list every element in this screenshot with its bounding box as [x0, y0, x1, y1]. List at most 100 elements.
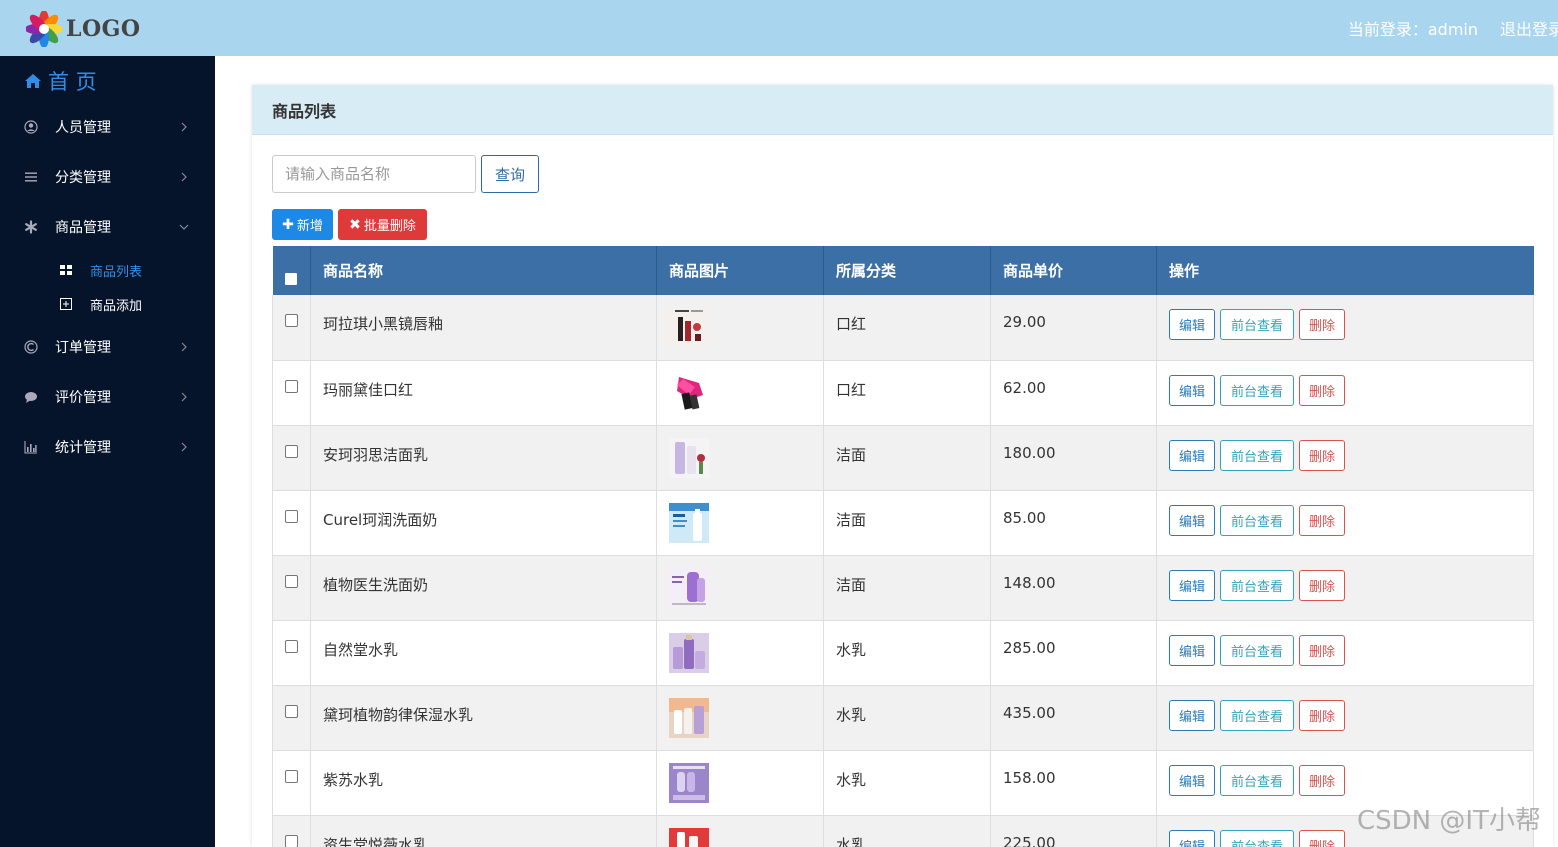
bulk-delete-button[interactable]: ✖ 批量删除 — [338, 209, 427, 240]
column-header: 商品名称 — [310, 246, 657, 295]
sidebar-subitem-product-list[interactable]: 商品列表 — [0, 256, 215, 284]
delete-button[interactable]: 删除 — [1299, 374, 1345, 406]
query-button[interactable]: 查询 — [481, 155, 539, 193]
product-thumbnail[interactable] — [669, 437, 709, 478]
edit-button[interactable]: 编辑 — [1169, 439, 1215, 471]
edit-button[interactable]: 编辑 — [1169, 699, 1215, 731]
logout-button[interactable]: 退出登录 — [1498, 16, 1558, 40]
product-name: 珂拉琪小黑镜唇釉 — [310, 295, 657, 361]
sidebar-item-label: 分类管理 — [55, 170, 111, 186]
subitem-label: 商品列表 — [90, 264, 143, 280]
view-frontend-button[interactable]: 前台查看 — [1220, 764, 1294, 796]
product-price: 225.00 — [990, 815, 1157, 847]
add-label: 新增 — [296, 219, 323, 234]
product-thumbnail[interactable] — [669, 827, 709, 847]
row-checkbox[interactable] — [285, 379, 298, 393]
edit-button[interactable]: 编辑 — [1169, 504, 1215, 536]
view-frontend-button[interactable]: 前台查看 — [1220, 309, 1294, 340]
panel-title: 商品列表 — [252, 85, 1553, 135]
product-thumbnail[interactable] — [669, 567, 709, 608]
chevron-right-icon — [181, 392, 187, 402]
table-row: Curel珂润洗面奶 洁面 85.00 编辑 前台查看 删除 — [272, 490, 1534, 556]
delete-button[interactable]: 删除 — [1299, 829, 1345, 847]
product-name: 植物医生洗面奶 — [310, 555, 657, 621]
logout-label: 退出登录 — [1500, 20, 1558, 39]
product-name: 安珂羽思洁面乳 — [310, 425, 657, 491]
sidebar-item-statistics[interactable]: 统计管理 — [0, 427, 215, 467]
delete-button[interactable]: 删除 — [1299, 699, 1345, 731]
user-circle-icon — [24, 120, 38, 134]
product-search-input[interactable] — [272, 155, 476, 193]
row-checkbox[interactable] — [285, 639, 298, 653]
product-category: 水乳 — [823, 685, 991, 751]
edit-button[interactable]: 编辑 — [1169, 764, 1215, 796]
table-row: 资生堂悦薇水乳 水乳 225.00 编辑 前台查看 删除 — [272, 815, 1534, 847]
delete-button[interactable]: 删除 — [1299, 569, 1345, 601]
row-checkbox[interactable] — [285, 769, 298, 783]
product-thumbnail[interactable] — [669, 307, 709, 347]
select-all-cell — [272, 246, 311, 295]
column-header: 商品单价 — [990, 246, 1157, 295]
add-product-button[interactable]: ✚ 新增 — [272, 209, 333, 240]
logo-text: LOGO — [66, 16, 141, 42]
row-checkbox[interactable] — [285, 704, 298, 718]
row-checkbox[interactable] — [285, 834, 298, 847]
view-frontend-button[interactable]: 前台查看 — [1220, 829, 1294, 847]
delete-button[interactable]: 删除 — [1299, 439, 1345, 471]
row-checkbox[interactable] — [285, 314, 298, 327]
product-thumbnail[interactable] — [669, 502, 709, 543]
product-price: 180.00 — [990, 425, 1157, 491]
view-frontend-button[interactable]: 前台查看 — [1220, 504, 1294, 536]
product-category: 洁面 — [823, 490, 991, 556]
order-icon — [24, 340, 38, 354]
row-checkbox[interactable] — [285, 444, 298, 458]
delete-button[interactable]: 删除 — [1299, 764, 1345, 796]
sidebar-subitem-product-add[interactable]: 商品添加 — [0, 290, 215, 318]
product-thumbnail[interactable] — [669, 762, 709, 803]
table-header-row: 商品名称 商品图片 所属分类 商品单价 操作 — [272, 246, 1534, 295]
row-checkbox[interactable] — [285, 509, 298, 523]
sidebar-item-product[interactable]: 商品管理 — [0, 207, 215, 247]
product-price: 158.00 — [990, 750, 1157, 816]
delete-button[interactable]: 删除 — [1299, 634, 1345, 666]
logo-flower-icon — [26, 11, 62, 47]
sidebar-home[interactable]: 首 页 — [24, 66, 97, 96]
product-table: 商品名称 商品图片 所属分类 商品单价 操作 珂拉琪小黑镜唇釉 口红 29.00… — [272, 246, 1534, 847]
view-frontend-button[interactable]: 前台查看 — [1220, 569, 1294, 601]
bar-chart-icon — [24, 441, 37, 454]
logo[interactable]: LOGO — [26, 11, 141, 47]
sidebar-item-staff[interactable]: 人员管理 — [0, 107, 215, 147]
product-list-panel: 商品列表 查询 ✚ 新增 ✖ 批量删除 商品名称 商品图片 所属分类 商品单价 … — [252, 85, 1553, 847]
view-frontend-button[interactable]: 前台查看 — [1220, 634, 1294, 666]
sidebar-item-label: 评价管理 — [55, 390, 111, 406]
home-label: 首 页 — [48, 70, 97, 94]
sidebar-item-category[interactable]: 分类管理 — [0, 157, 215, 197]
edit-button[interactable]: 编辑 — [1169, 374, 1215, 406]
product-price: 148.00 — [990, 555, 1157, 621]
product-thumbnail[interactable] — [669, 697, 709, 738]
view-frontend-button[interactable]: 前台查看 — [1220, 439, 1294, 471]
table-row: 黛珂植物韵律保湿水乳 水乳 435.00 编辑 前台查看 删除 — [272, 685, 1534, 751]
row-checkbox[interactable] — [285, 574, 298, 588]
delete-button[interactable]: 删除 — [1299, 309, 1345, 340]
product-thumbnail[interactable] — [669, 632, 709, 673]
chevron-right-icon — [181, 122, 187, 132]
table-row: 自然堂水乳 水乳 285.00 编辑 前台查看 删除 — [272, 620, 1534, 686]
view-frontend-button[interactable]: 前台查看 — [1220, 374, 1294, 406]
close-icon: ✖ — [349, 216, 361, 233]
chevron-right-icon — [181, 342, 187, 352]
product-thumbnail[interactable] — [669, 372, 709, 413]
plus-icon: ✚ — [282, 216, 294, 233]
delete-button[interactable]: 删除 — [1299, 504, 1345, 536]
view-frontend-button[interactable]: 前台查看 — [1220, 699, 1294, 731]
edit-button[interactable]: 编辑 — [1169, 309, 1215, 340]
sidebar-item-label: 订单管理 — [55, 340, 111, 356]
edit-button[interactable]: 编辑 — [1169, 829, 1215, 847]
edit-button[interactable]: 编辑 — [1169, 634, 1215, 666]
product-category: 水乳 — [823, 750, 991, 816]
sidebar-item-order[interactable]: 订单管理 — [0, 327, 215, 367]
product-name: 黛珂植物韵律保湿水乳 — [310, 685, 657, 751]
edit-button[interactable]: 编辑 — [1169, 569, 1215, 601]
select-all-checkbox[interactable] — [285, 272, 298, 285]
sidebar-item-review[interactable]: 评价管理 — [0, 377, 215, 417]
